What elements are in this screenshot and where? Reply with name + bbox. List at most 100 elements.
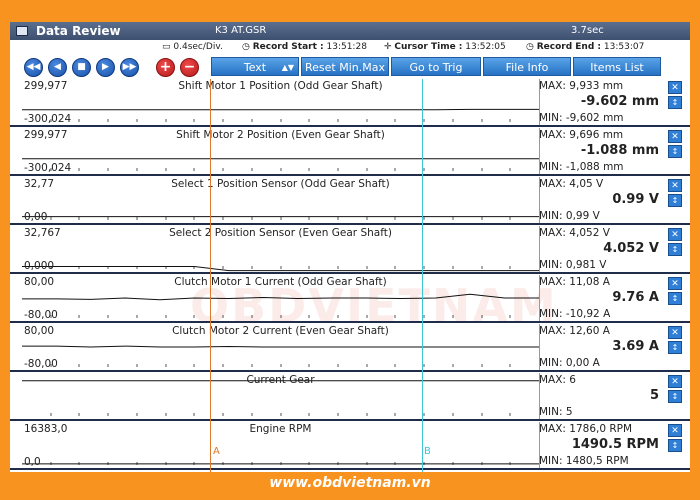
file-info-button[interactable]: File Info xyxy=(483,57,571,76)
current-value: 9.76 A xyxy=(612,290,659,305)
time-per-div: ▭ 0.4sec/Div. xyxy=(162,42,223,52)
cursor-b-line[interactable] xyxy=(422,79,423,472)
record-info-bar: ▭ 0.4sec/Div. ◷ Record Start : 13:51:28 … xyxy=(10,40,690,56)
value-readout: MAX: 4,05 V 0.99 V MIN: 0,99 V ✕ ↕ xyxy=(539,177,690,223)
spinner-icon[interactable]: ↕ xyxy=(668,390,682,403)
max-value: MAX: 11,08 A xyxy=(539,276,610,288)
min-value: MIN: -1,088 mm xyxy=(539,161,624,173)
graph-canvas[interactable]: Current Gear xyxy=(22,373,540,419)
close-icon[interactable]: ✕ xyxy=(668,277,682,290)
value-readout: MAX: 9,696 mm -1.088 mm MIN: -1,088 mm ✕ ↕ xyxy=(539,128,690,174)
graph-canvas[interactable]: 80,00 Clutch Motor 2 Current (Even Gear S… xyxy=(22,324,540,370)
graph-canvas[interactable]: 299,977 Shift Motor 2 Position (Even Gear… xyxy=(22,128,540,174)
spinner-icon[interactable]: ↕ xyxy=(668,96,682,109)
signal-trace xyxy=(22,293,539,301)
stop-icon[interactable]: ■ xyxy=(72,58,91,77)
y-axis-min: -300,024 xyxy=(24,162,72,174)
max-value: MAX: 12,60 A xyxy=(539,325,610,337)
signal-title: Select 2 Position Sensor (Even Gear Shaf… xyxy=(169,227,392,239)
close-icon[interactable]: ✕ xyxy=(668,130,682,143)
current-value: 0.99 V xyxy=(612,192,659,207)
graph-canvas[interactable]: 32,767 Select 2 Position Sensor (Even Gea… xyxy=(22,226,540,272)
graph-panel[interactable]: 32,77 Select 1 Position Sensor (Odd Gear … xyxy=(10,177,690,225)
y-axis-min: 0,000 xyxy=(24,260,55,272)
close-icon[interactable]: ✕ xyxy=(668,81,682,94)
signal-title: Clutch Motor 1 Current (Odd Gear Shaft) xyxy=(174,276,387,288)
max-value: MAX: 6 xyxy=(539,374,576,386)
signal-title: Engine RPM xyxy=(249,423,312,435)
signal-title: Shift Motor 2 Position (Even Gear Shaft) xyxy=(176,129,385,141)
graph-panel[interactable]: Current Gear MAX: 6 5 MIN: 5 ✕ ↕ xyxy=(10,373,690,421)
toolbar: ◀◀ ◀ ■ ▶ ▶▶ + − Text ▲▼ Reset Min.Max Go … xyxy=(10,56,690,78)
spinner-icon[interactable]: ↕ xyxy=(668,243,682,256)
spinner-icon: ▲▼ xyxy=(281,63,294,72)
fast-forward-icon[interactable]: ▶▶ xyxy=(120,58,139,77)
value-readout: MAX: 6 5 MIN: 5 ✕ ↕ xyxy=(539,373,690,419)
value-readout: MAX: 4,052 V 4.052 V MIN: 0,981 V ✕ ↕ xyxy=(539,226,690,272)
min-value: MIN: 5 xyxy=(539,406,573,418)
value-readout: MAX: 1786,0 RPM 1490.5 RPM MIN: 1480,5 RPM… xyxy=(539,422,690,468)
record-start: ◷ Record Start : 13:51:28 xyxy=(242,42,367,52)
signal-trace xyxy=(22,345,539,348)
window-icon xyxy=(16,26,28,36)
min-value: MIN: 0,99 V xyxy=(539,210,600,222)
rewind-icon[interactable]: ◀◀ xyxy=(24,58,43,77)
y-axis-min: -80,00 xyxy=(24,358,58,370)
signal-title: Shift Motor 1 Position (Odd Gear Shaft) xyxy=(178,80,383,92)
signal-title: Clutch Motor 2 Current (Even Gear Shaft) xyxy=(172,325,389,337)
max-value: MAX: 4,05 V xyxy=(539,178,604,190)
graph-canvas[interactable]: 299,977 Shift Motor 1 Position (Odd Gear … xyxy=(22,79,540,125)
close-icon[interactable]: ✕ xyxy=(668,228,682,241)
min-value: MIN: 0,00 A xyxy=(539,357,600,369)
graph-panel[interactable]: 80,00 Clutch Motor 1 Current (Odd Gear Sh… xyxy=(10,275,690,323)
data-plot-area: OBDVIETNAM 299,977 Shift Motor 1 Position… xyxy=(10,79,690,472)
reset-minmax-button[interactable]: Reset Min.Max xyxy=(301,57,389,76)
next-icon[interactable]: ▶ xyxy=(96,58,115,77)
add-item-button[interactable]: + xyxy=(156,58,175,77)
spinner-icon[interactable]: ↕ xyxy=(668,439,682,452)
graph-panel[interactable]: 299,977 Shift Motor 1 Position (Odd Gear … xyxy=(10,79,690,127)
graph-panel[interactable]: 299,977 Shift Motor 2 Position (Even Gear… xyxy=(10,128,690,176)
items-list-button[interactable]: Items List xyxy=(573,57,661,76)
title-bar: Data Review K3 AT.GSR 3.7sec xyxy=(10,22,690,40)
spinner-icon[interactable]: ↕ xyxy=(668,292,682,305)
goto-trig-button[interactable]: Go to Trig xyxy=(391,57,481,76)
window-title: Data Review xyxy=(36,24,121,38)
close-icon[interactable]: ✕ xyxy=(668,375,682,388)
value-readout: MAX: 9,933 mm -9.602 mm MIN: -9,602 mm ✕ ↕ xyxy=(539,79,690,125)
remove-item-button[interactable]: − xyxy=(180,58,199,77)
current-value: -1.088 mm xyxy=(580,143,659,158)
graph-panel[interactable]: 32,767 Select 2 Position Sensor (Even Gea… xyxy=(10,226,690,274)
prev-icon[interactable]: ◀ xyxy=(48,58,67,77)
current-value: 1490.5 RPM xyxy=(571,437,659,452)
max-value: MAX: 9,933 mm xyxy=(539,80,624,92)
signal-title: Select 1 Position Sensor (Odd Gear Shaft… xyxy=(171,178,390,190)
record-duration: 3.7sec xyxy=(571,25,604,36)
graph-panel[interactable]: 80,00 Clutch Motor 2 Current (Even Gear S… xyxy=(10,324,690,372)
cursor-time: ✛ Cursor Time : 13:52:05 xyxy=(384,42,506,52)
close-icon[interactable]: ✕ xyxy=(668,424,682,437)
close-icon[interactable]: ✕ xyxy=(668,179,682,192)
min-value: MIN: -9,602 mm xyxy=(539,112,624,124)
close-icon[interactable]: ✕ xyxy=(668,326,682,339)
y-axis-min: -80,00 xyxy=(24,309,58,321)
file-name: K3 AT.GSR xyxy=(215,25,267,36)
graph-canvas[interactable]: 80,00 Clutch Motor 1 Current (Odd Gear Sh… xyxy=(22,275,540,321)
record-end: ◷ Record End : 13:53:07 xyxy=(526,42,645,52)
spinner-icon[interactable]: ↕ xyxy=(668,194,682,207)
cursor-a-line[interactable] xyxy=(210,79,211,472)
current-value: 3.69 A xyxy=(612,339,659,354)
display-mode-select[interactable]: Text ▲▼ xyxy=(211,57,299,76)
signal-title: Current Gear xyxy=(246,374,315,386)
cursor-b-label: B xyxy=(424,446,431,457)
graph-panel[interactable]: 16383,0 Engine RPM 0,0 MAX: 1786,0 RPM 1490.… xyxy=(10,422,690,470)
min-value: MIN: 0,981 V xyxy=(539,259,607,271)
value-readout: MAX: 12,60 A 3.69 A MIN: 0,00 A ✕ ↕ xyxy=(539,324,690,370)
y-axis-min: 0,0 xyxy=(24,456,41,468)
spinner-icon[interactable]: ↕ xyxy=(668,145,682,158)
min-value: MIN: -10,92 A xyxy=(539,308,611,320)
spinner-icon[interactable]: ↕ xyxy=(668,341,682,354)
footer-url: www.obdvietnam.vn xyxy=(269,475,431,491)
graph-canvas[interactable]: 32,77 Select 1 Position Sensor (Odd Gear … xyxy=(22,177,540,223)
graph-canvas[interactable]: 16383,0 Engine RPM 0,0 xyxy=(22,422,540,468)
